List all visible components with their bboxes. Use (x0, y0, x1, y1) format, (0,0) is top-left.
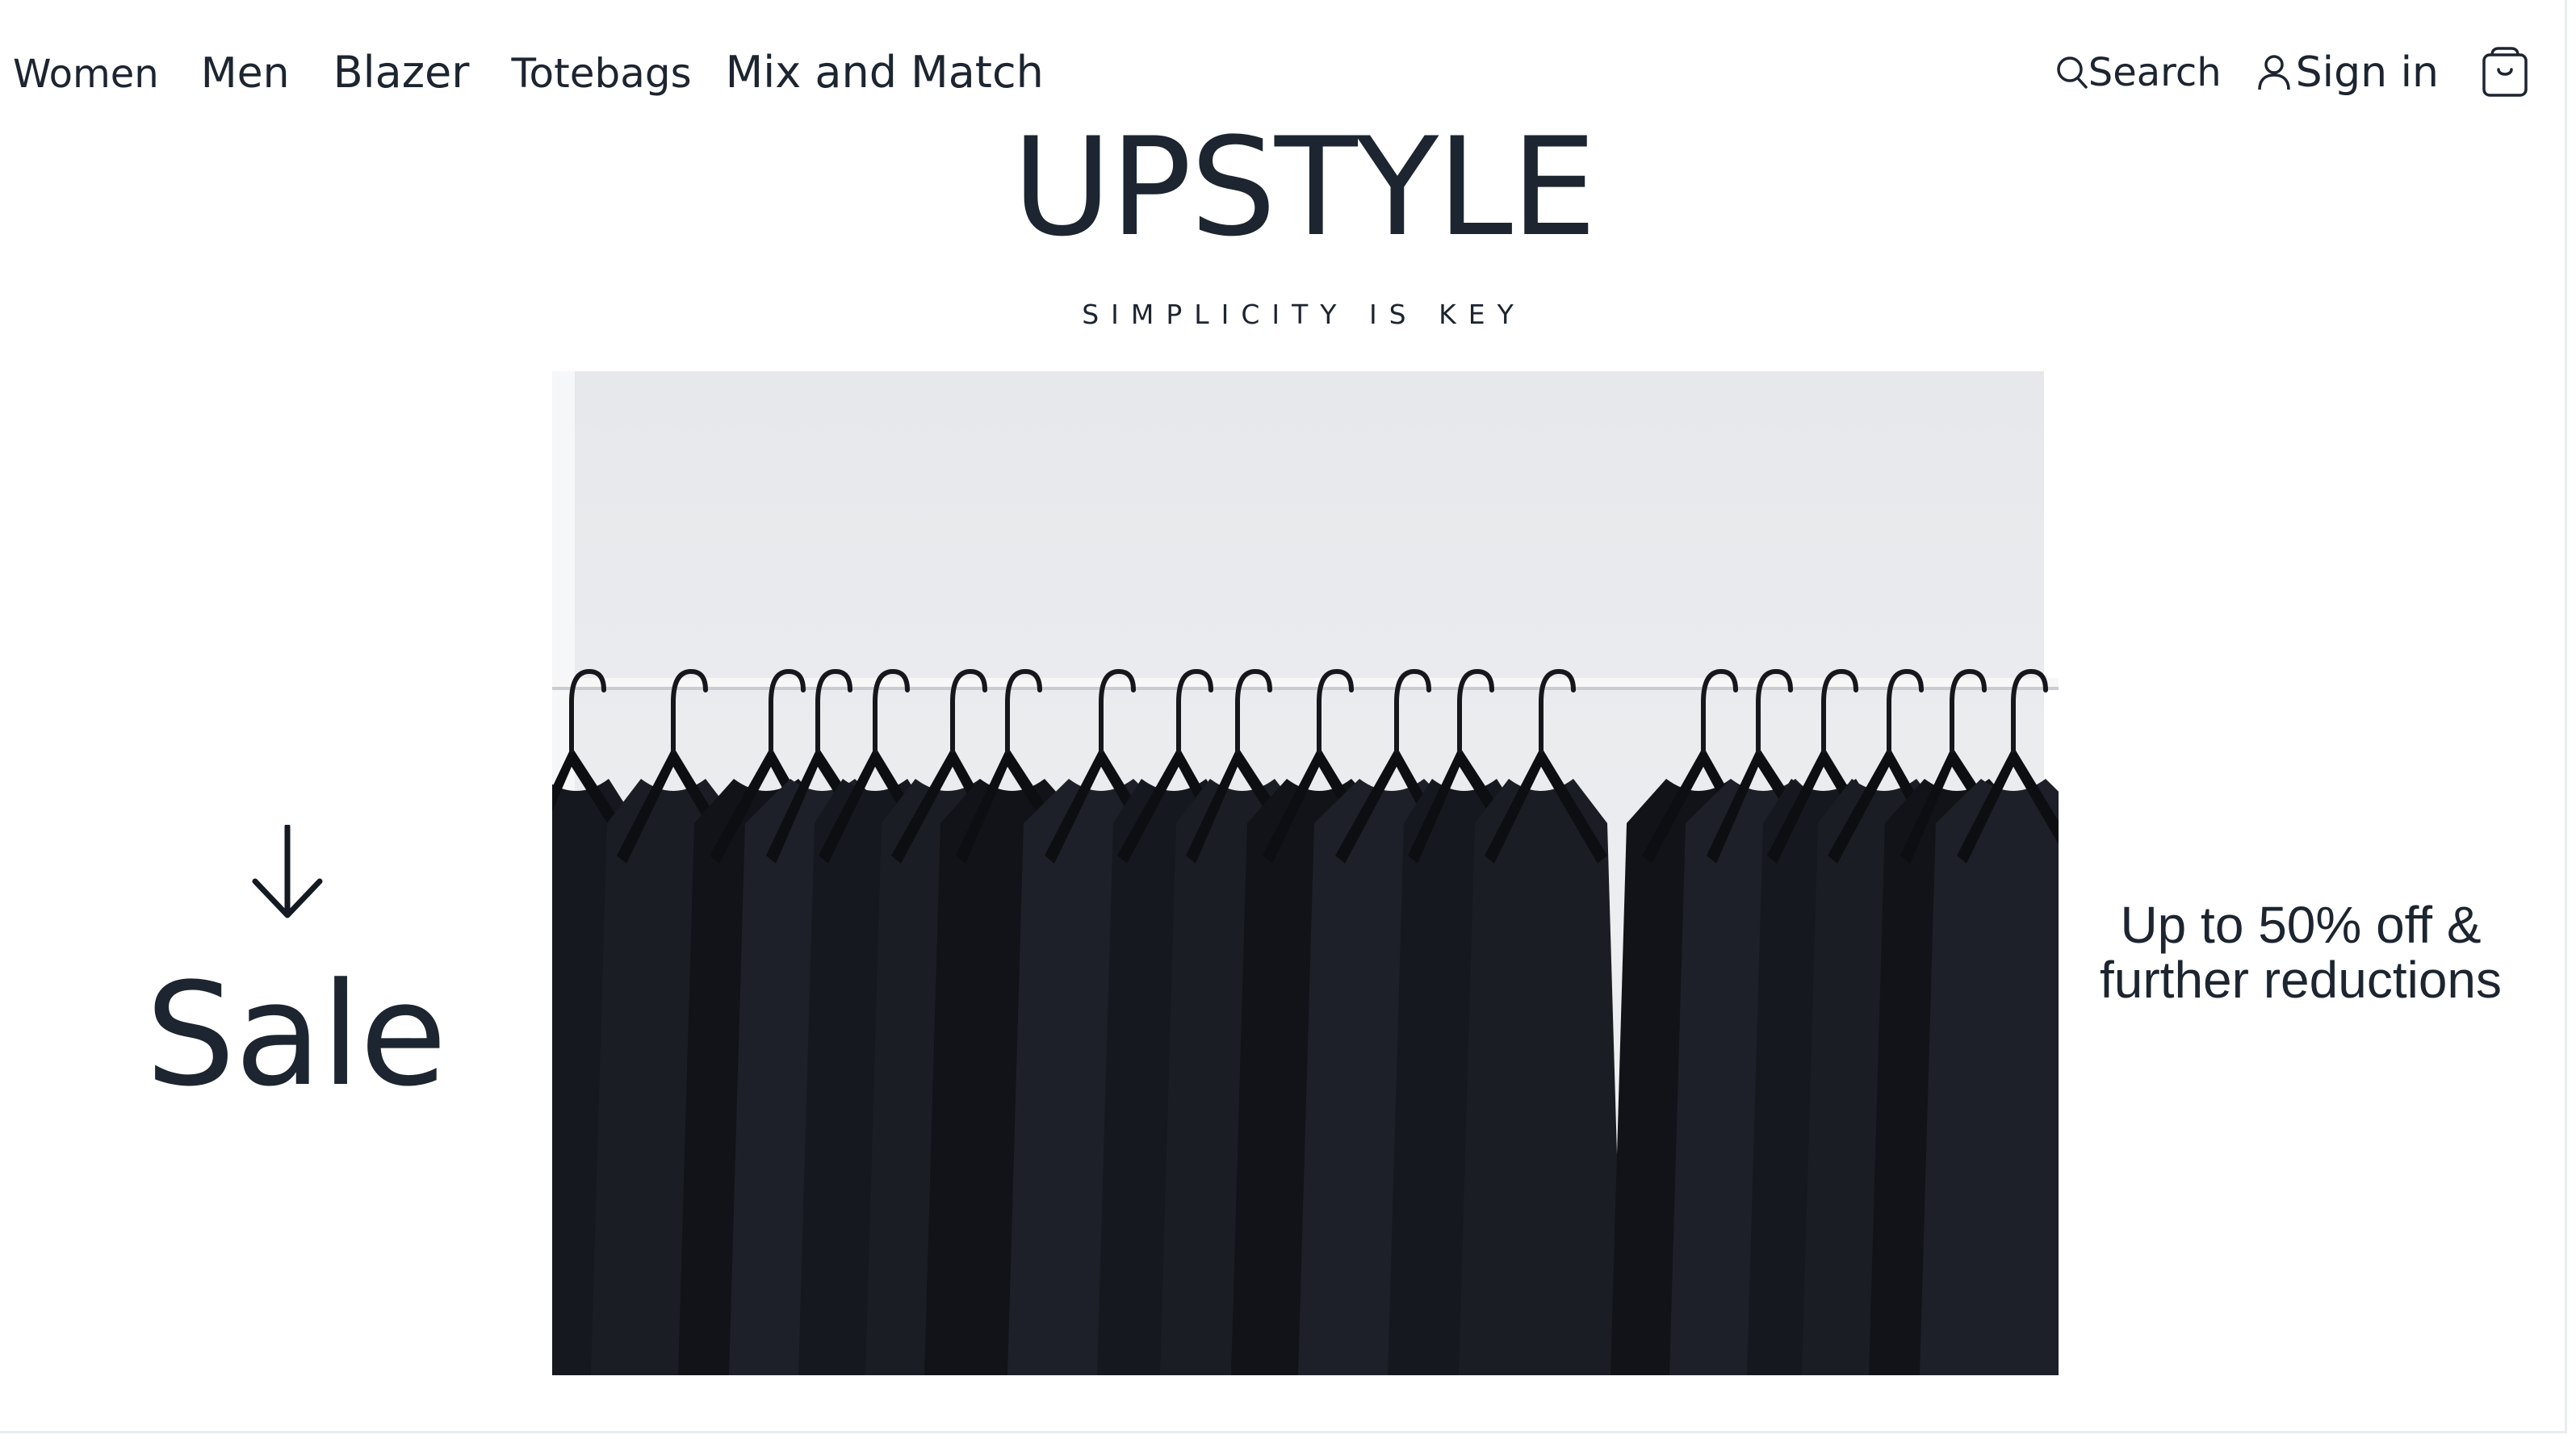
hero-image (552, 371, 2059, 1375)
search-button[interactable]: Search (2056, 50, 2222, 95)
search-icon (2056, 56, 2088, 89)
main-nav: Women Men Blazer Totebags Mix and Match (13, 47, 1044, 98)
nav-women[interactable]: Women (13, 52, 159, 97)
sale-heading[interactable]: Sale (145, 964, 447, 1106)
offer-line-1: Up to 50% off & (2120, 896, 2482, 954)
offer-line-2: further reductions (2099, 951, 2503, 1010)
user-icon (2257, 55, 2290, 90)
nav-totebags[interactable]: Totebags (511, 50, 691, 97)
sign-in-button[interactable]: Sign in (2257, 48, 2439, 97)
garment (1920, 779, 2059, 1375)
nav-blazer[interactable]: Blazer (333, 47, 470, 98)
offer-text: Up to 50% off & further reductions (2067, 897, 2535, 1008)
brand-tagline: SIMPLICITY IS KEY (1082, 299, 1526, 330)
search-label: Search (2088, 50, 2222, 95)
nav-mix-and-match[interactable]: Mix and Match (726, 47, 1044, 98)
shopping-bag-icon[interactable] (2481, 47, 2529, 98)
brand-logo[interactable]: UPSTYLE (0, 119, 2576, 255)
garment (1459, 779, 1623, 1375)
arrow-down-icon (252, 825, 323, 918)
utility-nav: Search Sign in (2056, 47, 2529, 98)
nav-men[interactable]: Men (201, 49, 290, 98)
sign-in-label: Sign in (2295, 48, 2439, 97)
